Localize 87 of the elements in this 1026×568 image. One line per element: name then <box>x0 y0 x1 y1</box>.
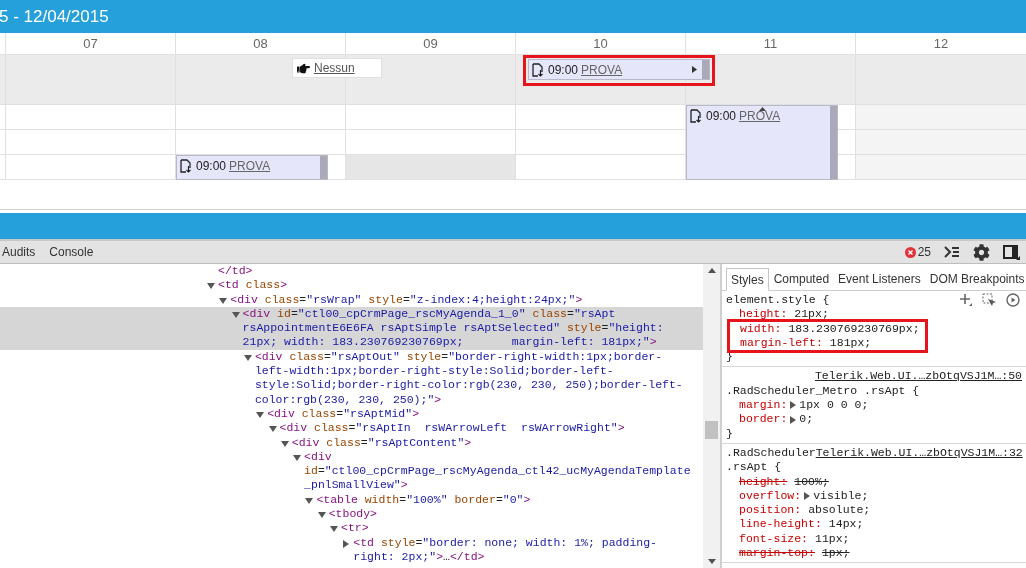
closing-brace: } <box>726 426 733 440</box>
hour-label: 08 <box>253 34 268 53</box>
hour-label: 09 <box>423 34 438 53</box>
triangle-down-icon[interactable] <box>207 282 215 291</box>
dom-node-line[interactable]: <div class="rsAptContent"> <box>0 435 703 450</box>
dom-node-line[interactable]: <div class="rsWrap" style="z-index:4;height:24px;"> <box>0 292 703 307</box>
css-property[interactable]: margin-top: 1px; <box>726 546 1022 561</box>
css-property[interactable]: border: 0; <box>726 412 1022 427</box>
dom-node-line[interactable]: <div id="ctl00_cpCrmPage_rscMyAgenda_ctl42_ucMyAgendaTemplate_pnlSmallView"> <box>0 449 703 493</box>
dom-node-line[interactable]: <td style="border: none; width: 1%; padding-right: 2px;">…</td> <box>0 535 703 565</box>
css-property[interactable]: margin: 1px 0 0 0; <box>726 398 1022 413</box>
triangle-right-icon[interactable] <box>342 539 351 548</box>
scroll-down-icon[interactable] <box>707 559 716 564</box>
resize-grip[interactable] <box>830 106 837 179</box>
css-property[interactable]: height: 100%; <box>726 474 1022 489</box>
css-selector: .RadScheduler_Metro .rsApt { <box>726 383 920 399</box>
document-arrow-icon <box>180 159 191 173</box>
triangle-down-icon[interactable] <box>219 296 228 305</box>
appointment-title[interactable]: PROVA <box>229 159 271 173</box>
dom-node-line[interactable]: <div class="rsAptOut" style="border-right-width:1px;border-left-width:1px;border-right-style:Solid;border-left-style:Solid;border-right-color:rgb(230, 230, 250);border-left-color:rgb(230, 230, 250);"> <box>0 349 703 407</box>
resize-grip[interactable] <box>702 60 709 79</box>
scrollbar[interactable] <box>703 264 720 568</box>
panel-tab[interactable]: Console <box>47 243 96 261</box>
marker-link[interactable]: Nessun <box>314 59 355 77</box>
hour-label: 07 <box>83 34 98 53</box>
caret-up-icon[interactable] <box>759 107 766 111</box>
pointer-square-icon[interactable] <box>982 293 997 308</box>
triangle-down-icon[interactable] <box>256 410 265 419</box>
resize-grip[interactable] <box>320 156 327 179</box>
css-selector: element.style { <box>726 293 830 308</box>
console-drawer-icon[interactable] <box>944 246 960 258</box>
appointment-title[interactable]: PROVA <box>739 109 781 123</box>
appointment-title[interactable]: PROVA <box>581 63 623 77</box>
css-selector: .RadScheduler <box>726 445 816 461</box>
triangle-down-icon[interactable] <box>280 439 289 448</box>
dom-node-line[interactable]: <tr> <box>0 521 703 536</box>
dock-icon[interactable] <box>1003 244 1020 260</box>
document-arrow-icon <box>690 109 701 123</box>
marker-chip[interactable]: Nessun <box>292 58 382 78</box>
styles-tab[interactable]: Event Listeners <box>834 267 925 290</box>
appointment-time: 09:00 <box>706 109 737 123</box>
appointment-time: 09:00 <box>548 63 579 77</box>
triangle-down-icon[interactable] <box>317 511 326 520</box>
dom-node-line[interactable]: <table width="100%" border="0"> <box>0 492 703 508</box>
dom-node-line[interactable]: <tbody> <box>0 507 703 522</box>
error-icon <box>904 246 916 258</box>
scrollbar-thumb[interactable] <box>705 421 718 439</box>
date-range-title: 5 - 12/04/2015 <box>0 5 109 28</box>
css-property[interactable]: margin-left: 181px; <box>727 335 928 354</box>
triangle-down-icon[interactable] <box>330 525 338 534</box>
dom-node-line[interactable]: <div class="rsAptIn rsWArrowLeft rsWArrowRight"> <box>0 421 703 436</box>
settings-icon[interactable] <box>973 243 990 261</box>
css-property[interactable]: line-height: 14px; <box>726 517 1022 532</box>
css-property[interactable]: font-size: 11px; <box>726 531 1022 547</box>
triangle-down-icon[interactable] <box>231 310 240 319</box>
scroll-up-icon[interactable] <box>707 268 716 273</box>
triangle-down-icon[interactable] <box>243 353 252 362</box>
triangle-right-icon[interactable] <box>692 66 697 73</box>
error-count-button[interactable]: 25 <box>904 243 931 261</box>
hour-label: 11 <box>763 34 778 53</box>
css-property[interactable]: overflow: visible; <box>726 488 1022 504</box>
triangle-down-icon[interactable] <box>293 453 302 462</box>
css-property[interactable]: width: 183.230769230769px; <box>727 318 928 336</box>
dom-node-line[interactable]: <div class="rsAptMid"> <box>0 406 703 422</box>
source-link[interactable]: Telerik.Web.UI.…zbOtqVSJ1M…:32 <box>815 445 1023 461</box>
css-selector: .rsApt { <box>726 460 782 475</box>
document-arrow-icon <box>532 63 543 77</box>
appointment[interactable]: 09:00 PROVA <box>176 155 328 180</box>
hour-label: 12 <box>933 34 949 53</box>
play-circle-icon[interactable] <box>1006 293 1020 308</box>
appointment-time: 09:00 <box>196 159 227 173</box>
triangle-down-icon[interactable] <box>305 496 314 505</box>
source-link[interactable]: Telerik.Web.UI.…zbOtqVSJ1M…:50 <box>814 369 1022 384</box>
styles-tab[interactable]: Computed <box>769 267 834 290</box>
triangle-right-icon[interactable] <box>803 492 812 500</box>
dom-node-line[interactable]: </td> <box>0 264 703 279</box>
pointing-hand-icon <box>297 61 310 75</box>
styles-tab[interactable]: Styles <box>726 268 769 291</box>
css-property[interactable]: position: absolute; <box>726 503 1022 518</box>
appointment[interactable]: 09:00 PROVA <box>686 105 838 180</box>
appointment[interactable]: 09:00 PROVA <box>528 59 710 80</box>
dom-node-line[interactable]: <td class> <box>0 278 703 293</box>
triangle-down-icon[interactable] <box>268 425 277 434</box>
hour-label: 10 <box>593 34 608 53</box>
panel-tab[interactable]: Audits <box>0 243 38 261</box>
styles-tab[interactable]: DOM Breakpoints <box>925 267 1026 290</box>
plus-icon[interactable] <box>959 293 973 308</box>
